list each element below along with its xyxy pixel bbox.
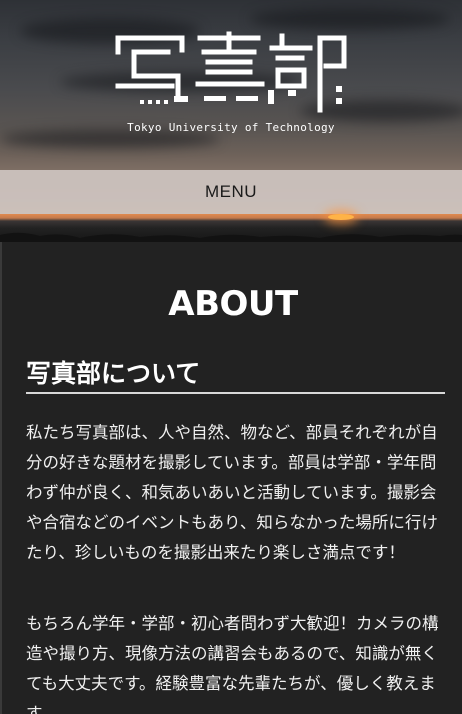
- section-heading: 写真部について: [26, 359, 201, 388]
- sunset-sun: [328, 214, 354, 220]
- club-logo[interactable]: [112, 30, 352, 114]
- heading-divider: [26, 392, 445, 394]
- about-paragraph: 私たち写真部は、人や自然、物など、部員それぞれが自分の好きな題材を撮影しています…: [26, 423, 438, 562]
- about-section: ABOUT 写真部について 私たち写真部は、人や自然、物など、部員それぞれが自分…: [0, 242, 462, 714]
- rock-silhouettes: [0, 232, 462, 242]
- menu-button[interactable]: MENU: [0, 170, 462, 214]
- page-title: ABOUT: [168, 284, 298, 324]
- hero-header: Tokyo University of Technology MENU: [0, 0, 462, 242]
- cloud-shape: [250, 8, 450, 30]
- about-paragraph: もちろん学年・学部・初心者問わず大歓迎！カメラの構造や撮り方、現像方法の講習会も…: [26, 614, 439, 714]
- menu-label: MENU: [204, 182, 258, 201]
- page: Tokyo University of Technology MENU ABOU…: [0, 0, 462, 714]
- logo-subtitle: Tokyo University of Technology: [127, 121, 335, 134]
